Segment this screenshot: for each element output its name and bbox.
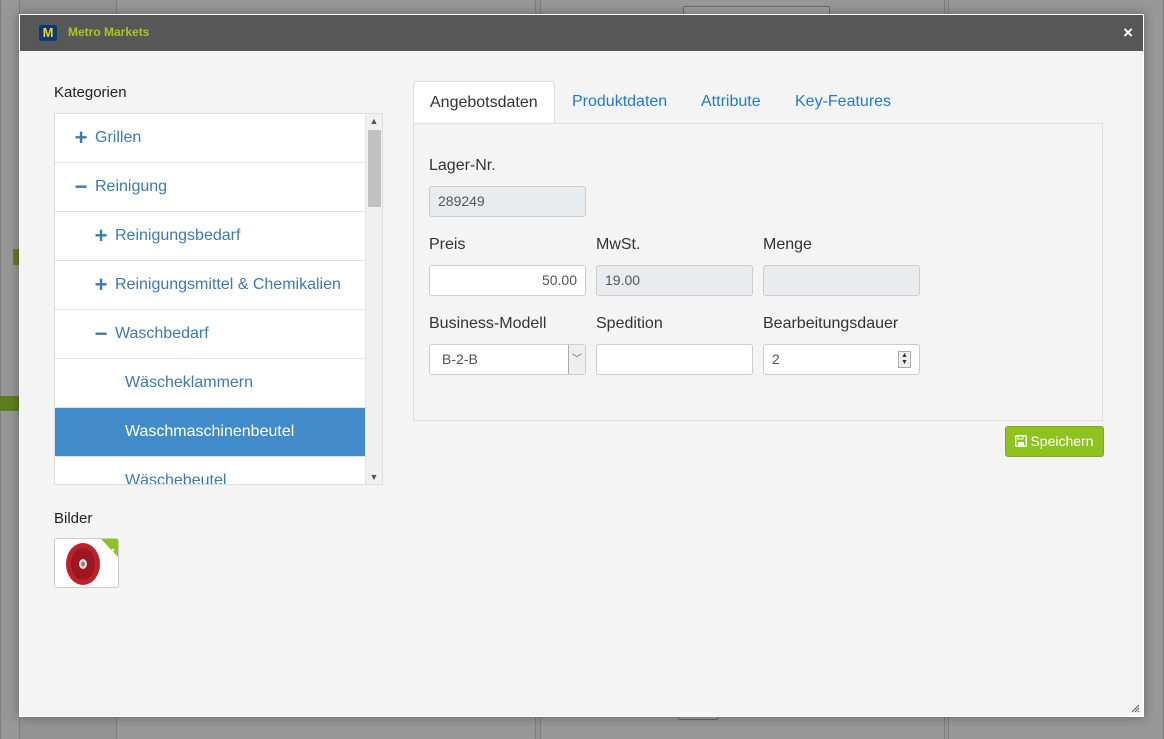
- business-modell-value: B-2-B: [442, 351, 478, 367]
- lager-nr-label: Lager-Nr.: [429, 157, 496, 174]
- floppy-disk-icon: [1015, 435, 1028, 447]
- category-label: Grillen: [95, 129, 142, 146]
- expand-icon[interactable]: +: [73, 125, 89, 151]
- scroll-down-icon[interactable]: ▼: [366, 470, 382, 484]
- menge-field: [763, 265, 920, 296]
- collapse-icon[interactable]: −: [93, 321, 109, 347]
- mwst-field: 19.00: [596, 265, 753, 296]
- expand-icon[interactable]: +: [93, 223, 109, 249]
- category-item[interactable]: Wäscheklammern: [55, 359, 367, 408]
- category-item[interactable]: + Reinigungsbedarf: [55, 212, 367, 261]
- category-label: Wäscheklammern: [125, 374, 254, 391]
- category-item[interactable]: + Reinigungsmittel & Chemikalien: [55, 261, 367, 310]
- category-label: Waschbedarf: [115, 325, 209, 342]
- scroll-up-icon[interactable]: ▲: [366, 114, 382, 128]
- weight-plate-image-icon: [66, 539, 118, 585]
- lager-nr-field: 289249: [429, 186, 586, 217]
- metro-logo-icon: M: [39, 25, 57, 41]
- mwst-label: MwSt.: [596, 236, 641, 253]
- resize-grip-icon[interactable]: [1130, 703, 1140, 713]
- preis-input[interactable]: 50.00: [429, 265, 586, 296]
- category-item[interactable]: + Grillen: [55, 114, 367, 163]
- category-label: Reinigung: [95, 178, 168, 195]
- menge-label: Menge: [763, 236, 812, 253]
- dialog-title: Metro Markets: [68, 25, 150, 39]
- category-item-selected[interactable]: Waschmaschinenbeutel: [55, 408, 367, 457]
- category-scrollbar[interactable]: ▲ ▼: [365, 114, 382, 484]
- category-label: Waschmaschinenbeutel: [125, 423, 295, 440]
- tab-produktdaten[interactable]: Produktdaten: [556, 81, 683, 124]
- spedition-input[interactable]: [596, 344, 753, 375]
- category-list: + Grillen − Reinigung + Reinigungsbedarf + R…: [55, 114, 367, 485]
- save-button[interactable]: Speichern: [1005, 426, 1104, 457]
- product-image-thumbnail[interactable]: [54, 538, 119, 588]
- category-tree: + Grillen − Reinigung + Reinigungsbedarf + R…: [54, 113, 383, 485]
- preis-label: Preis: [429, 236, 466, 253]
- business-modell-select[interactable]: B-2-B ﹀: [429, 344, 586, 375]
- tab-key-features[interactable]: Key-Features: [779, 81, 907, 124]
- close-icon[interactable]: ×: [1123, 24, 1133, 42]
- category-item[interactable]: Wäschebeutel: [55, 457, 367, 485]
- category-label: Reinigungsbedarf: [115, 227, 241, 244]
- category-item[interactable]: − Reinigung: [55, 163, 367, 212]
- category-item[interactable]: − Waschbedarf: [55, 310, 367, 359]
- tab-angebotsdaten[interactable]: Angebotsdaten: [413, 81, 555, 124]
- expand-icon[interactable]: +: [93, 272, 109, 298]
- collapse-icon[interactable]: −: [73, 174, 89, 200]
- save-button-label: Speichern: [1030, 433, 1094, 449]
- bearbeitungsdauer-stepper[interactable]: 2 ▲ ▼: [763, 344, 920, 375]
- business-modell-label: Business-Modell: [429, 315, 547, 332]
- tab-panel-angebotsdaten: Lager-Nr. 289249 Preis 50.00 MwSt. 19.00…: [413, 123, 1103, 421]
- tab-attribute[interactable]: Attribute: [685, 81, 777, 124]
- bearbeitungsdauer-value: 2: [772, 351, 780, 367]
- spedition-label: Spedition: [596, 315, 663, 332]
- dialog-titlebar: M Metro Markets ×: [20, 15, 1143, 51]
- scroll-thumb[interactable]: [368, 130, 381, 207]
- categories-heading: Kategorien: [54, 84, 127, 101]
- category-label: Reinigungsmittel & Chemikalien: [115, 276, 341, 293]
- images-heading: Bilder: [54, 510, 93, 527]
- metro-markets-dialog: M Metro Markets × Kategorien + Grillen − R…: [19, 14, 1144, 717]
- stepper-arrows-icon[interactable]: ▲ ▼: [898, 351, 911, 368]
- bearbeitungsdauer-label: Bearbeitungsdauer: [763, 315, 899, 332]
- category-label: Wäschebeutel: [125, 472, 227, 485]
- chevron-down-icon[interactable]: ﹀: [568, 345, 585, 374]
